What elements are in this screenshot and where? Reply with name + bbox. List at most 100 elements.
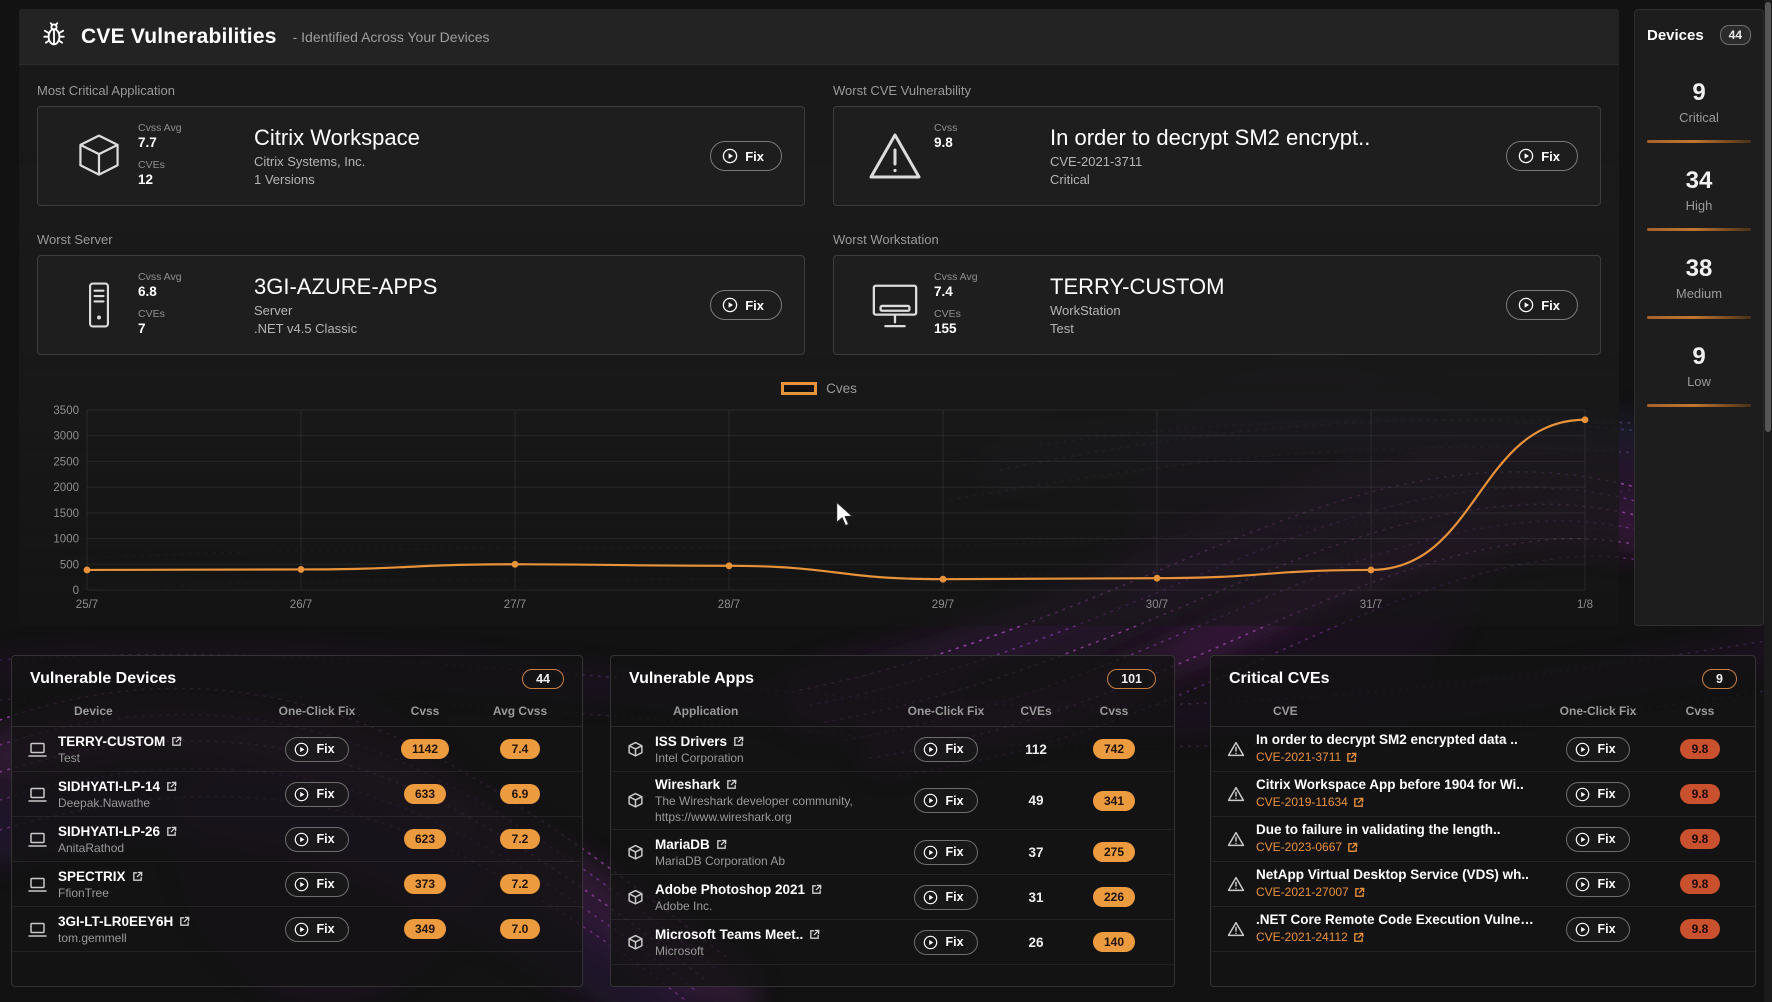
svg-text:2500: 2500 — [53, 456, 79, 468]
scrollbar — [1764, 0, 1772, 1002]
external-link-icon[interactable] — [132, 871, 143, 882]
card-line: 1 Versions — [254, 172, 710, 187]
stat-label: CVEs — [934, 308, 1044, 320]
svg-text:1000: 1000 — [53, 534, 79, 546]
fix-button[interactable]: Fix — [285, 782, 348, 807]
external-link-icon[interactable] — [166, 826, 177, 837]
laptop-icon — [28, 876, 47, 893]
cvss-badge: 1142 — [401, 739, 449, 759]
cve-id-link[interactable]: CVE-2021-24112 — [1256, 930, 1364, 944]
cvss-badge: 275 — [1093, 842, 1135, 862]
play-icon — [1575, 877, 1590, 892]
devices-summary-panel: Devices 44 9 Critical 34 High 38 Medium … — [1634, 9, 1764, 626]
fix-button[interactable]: Fix — [710, 141, 782, 171]
fix-button[interactable]: Fix — [914, 737, 977, 762]
external-link-icon[interactable] — [733, 736, 744, 747]
app-subtitle: Intel Corporation — [655, 751, 744, 765]
stat-label: CVEs — [138, 159, 248, 171]
fix-button[interactable]: Fix — [1566, 737, 1629, 762]
fix-button[interactable]: Fix — [914, 788, 977, 813]
svg-text:0: 0 — [73, 585, 79, 597]
table-row: SIDHYATI-LP-14 Deepak.Nawathe Fix — [12, 772, 582, 817]
fix-button[interactable]: Fix — [1566, 782, 1629, 807]
svg-text:30/7: 30/7 — [1146, 599, 1168, 611]
cve-id-link[interactable]: CVE-2021-27007 — [1256, 885, 1365, 899]
stat-value: 7 — [138, 320, 248, 338]
fix-button[interactable]: Fix — [1506, 141, 1578, 171]
fix-button[interactable]: Fix — [1566, 827, 1629, 852]
avg-cvss-badge: 7.2 — [500, 829, 540, 849]
device-stat-critical: 9 Critical — [1647, 79, 1751, 143]
external-link-icon — [1353, 932, 1364, 943]
play-icon — [1518, 148, 1534, 164]
cvss-badge: 742 — [1093, 739, 1135, 759]
external-link-icon[interactable] — [726, 779, 737, 790]
package-icon — [627, 889, 644, 906]
play-icon — [294, 922, 309, 937]
package-icon — [60, 130, 138, 182]
external-link-icon[interactable] — [179, 916, 190, 927]
scrollbar-thumb[interactable] — [1765, 2, 1771, 432]
fix-button[interactable]: Fix — [285, 917, 348, 942]
external-link-icon[interactable] — [716, 839, 727, 850]
fix-button[interactable]: Fix — [710, 290, 782, 320]
fix-button[interactable]: Fix — [914, 885, 977, 910]
play-icon — [923, 793, 938, 808]
svg-text:3000: 3000 — [53, 431, 79, 443]
play-icon — [722, 148, 738, 164]
device-subtitle: AnitaRathod — [58, 841, 177, 855]
play-icon — [923, 845, 938, 860]
cve-id-link[interactable]: CVE-2019-11634 — [1256, 795, 1364, 809]
fix-button[interactable]: Fix — [1506, 290, 1578, 320]
laptop-icon — [28, 741, 47, 758]
svg-text:25/7: 25/7 — [76, 599, 98, 611]
stat-divider — [1647, 228, 1751, 231]
svg-text:3500: 3500 — [53, 405, 79, 417]
cves-count: 31 — [1028, 890, 1043, 905]
external-link-icon — [1346, 752, 1357, 763]
cve-id-link[interactable]: CVE-2023-0667 — [1256, 840, 1358, 854]
cvss-badge: 9.8 — [1680, 829, 1720, 849]
external-link-icon[interactable] — [811, 884, 822, 895]
critical-cves-panel: Critical CVEs 9 CVE One-Click Fix Cvss — [1210, 655, 1756, 987]
summary-card-worst-server: Worst Server Cvss Avg 6.8 CVEs 7 — [37, 232, 805, 355]
external-link-icon[interactable] — [166, 781, 177, 792]
cvss-badge: 9.8 — [1680, 739, 1720, 759]
external-link-icon[interactable] — [809, 929, 820, 940]
fix-button[interactable]: Fix — [285, 827, 348, 852]
play-icon — [1575, 742, 1590, 757]
stat-divider — [1647, 140, 1751, 143]
fix-button[interactable]: Fix — [914, 840, 977, 865]
stat-value: 6.8 — [138, 283, 248, 301]
table-row: Microsoft Teams Meet.. Microsoft — [611, 920, 1174, 965]
play-icon — [923, 935, 938, 950]
table-row: Wireshark The Wireshark developer commun… — [611, 772, 1174, 830]
svg-text:29/7: 29/7 — [932, 599, 954, 611]
cve-id-link[interactable]: CVE-2021-3711 — [1256, 750, 1357, 764]
app-name: ISS Drivers — [655, 734, 727, 749]
avg-cvss-badge: 7.4 — [500, 739, 540, 759]
fix-button[interactable]: Fix — [285, 872, 348, 897]
external-link-icon[interactable] — [171, 736, 182, 747]
bug-icon — [41, 21, 67, 52]
app-header: CVE Vulnerabilities - Identified Across … — [19, 9, 1619, 65]
fix-button[interactable]: Fix — [1566, 872, 1629, 897]
cves-count: 49 — [1028, 793, 1043, 808]
package-icon — [627, 844, 644, 861]
main-section: CVE Vulnerabilities - Identified Across … — [19, 9, 1619, 626]
fix-button[interactable]: Fix — [285, 737, 348, 762]
cve-title: In order to decrypt SM2 encrypted data .… — [1256, 732, 1518, 747]
table-row: Due to failure in validating the length.… — [1211, 817, 1755, 862]
svg-text:26/7: 26/7 — [290, 599, 312, 611]
cve-title: .NET Core Remote Code Execution Vulnera.… — [1256, 912, 1535, 927]
chart-legend-item[interactable]: Cves — [39, 381, 1599, 396]
svg-text:27/7: 27/7 — [504, 599, 526, 611]
panel-count-badge: 101 — [1107, 669, 1156, 689]
fix-button[interactable]: Fix — [914, 930, 977, 955]
warning-icon — [1227, 786, 1245, 802]
app-name: Microsoft Teams Meet.. — [655, 927, 803, 942]
device-subtitle: Test — [58, 751, 182, 765]
svg-text:2000: 2000 — [53, 482, 79, 494]
fix-button[interactable]: Fix — [1566, 917, 1629, 942]
device-name: SPECTRIX — [58, 869, 126, 884]
